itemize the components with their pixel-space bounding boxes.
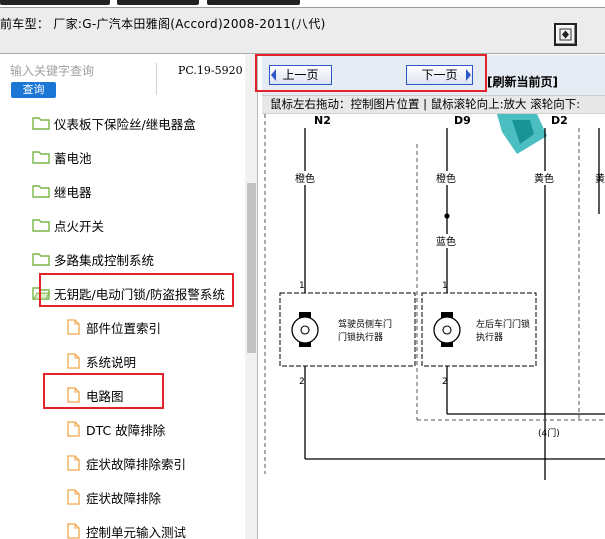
- tab[interactable]: [0, 0, 110, 5]
- tree-item[interactable]: DTC 故障排除: [64, 417, 165, 441]
- connector-label: D2: [551, 114, 568, 127]
- tree-item[interactable]: 控制单元输入测试: [64, 519, 186, 539]
- tab-strip: [0, 0, 605, 7]
- pin-label: 2: [299, 377, 305, 387]
- folder-icon: [32, 185, 50, 198]
- highlight-box-expanded-item: [39, 273, 234, 307]
- vehicle-model-text: 前车型： 厂家:G-广汽本田雅阁(Accord)2008-2011(八代): [0, 17, 326, 31]
- diagram-viewer: 上一页 下一页 [刷新当前页] 鼠标左右拖动：控制图片位置 | 鼠标滚轮向上:放…: [262, 55, 605, 539]
- tree-item[interactable]: 症状故障排除索引: [64, 451, 186, 475]
- variant-note: (4门): [538, 427, 560, 439]
- tree-item-label: 系统说明: [86, 354, 137, 370]
- actuator-label: 驾驶员侧车门: [338, 318, 392, 330]
- vertical-scrollbar[interactable]: [245, 55, 257, 539]
- tree-item-label: 蓄电池: [54, 150, 92, 166]
- folder-icon: [32, 151, 50, 164]
- refresh-page-link[interactable]: [刷新当前页]: [487, 73, 558, 90]
- tree-item-label: 仪表板下保险丝/继电器盒: [54, 116, 196, 132]
- actuator-rear-left-door: 1 2 左后车门门锁 执行器: [421, 281, 537, 387]
- tree-item-label: 控制单元输入测试: [86, 524, 187, 539]
- document-icon: [67, 523, 80, 539]
- tree-item-label: 多路集成控制系统: [54, 252, 155, 268]
- tree-item[interactable]: 多路集成控制系统: [32, 247, 154, 271]
- sync-button[interactable]: [554, 23, 577, 46]
- highlight-box-page-nav: [255, 54, 487, 92]
- document-icon: [67, 489, 80, 505]
- wire-color-label: 黄: [595, 172, 605, 185]
- folder-icon: [32, 219, 50, 232]
- actuator-label: 执行器: [476, 331, 503, 343]
- tree-item-label: 部件位置索引: [86, 320, 162, 336]
- wire-color-label: 橙色: [436, 172, 456, 185]
- actuator-label: 门锁执行器: [338, 331, 383, 343]
- tab[interactable]: [207, 0, 300, 5]
- connector-label: D9: [454, 114, 471, 127]
- pin-label: 1: [299, 281, 305, 291]
- search-area: 查询 PC.19-5920: [0, 55, 245, 100]
- document-icon: [67, 353, 80, 369]
- wire-color-label: 橙色: [295, 172, 315, 185]
- tree-item[interactable]: 症状故障排除: [64, 485, 161, 509]
- divider: [156, 63, 157, 95]
- document-icon: [67, 319, 80, 335]
- tree-item[interactable]: 蓄电池: [32, 145, 92, 169]
- actuator-label: 左后车门门锁: [476, 318, 530, 330]
- wire-color-label: 黄色: [534, 172, 554, 185]
- tree-item[interactable]: 点火开关: [32, 213, 104, 237]
- sync-icon: [559, 28, 572, 41]
- left-panel: 查询 PC.19-5920 仪表板下保险丝/继电器盒 蓄电池 继电器 点火开关 …: [0, 55, 258, 539]
- pin-label: 1: [442, 281, 448, 291]
- wire-color-label: 蓝色: [436, 235, 456, 248]
- tree-item[interactable]: 部件位置索引: [64, 315, 161, 339]
- circuit-diagram[interactable]: N2 D9 D2 橙色 橙色 蓝色 黄色 黄 1 2 驾驶员侧车门 门锁执行器: [262, 114, 605, 539]
- mouse-hint-bar: 鼠标左右拖动：控制图片位置 | 鼠标滚轮向上:放大 滚轮向下:: [262, 95, 605, 114]
- folder-icon: [32, 253, 50, 266]
- tree-item-label: 症状故障排除索引: [86, 456, 187, 472]
- vehicle-header: 前车型： 厂家:G-广汽本田雅阁(Accord)2008-2011(八代): [0, 7, 605, 54]
- folder-icon: [32, 117, 50, 130]
- pc-code: PC.19-5920: [178, 64, 243, 77]
- tree-item-label: DTC 故障排除: [86, 422, 166, 438]
- tree-item[interactable]: 继电器: [32, 179, 92, 203]
- tab[interactable]: [117, 0, 199, 5]
- tree-item-label: 症状故障排除: [86, 490, 162, 506]
- search-input[interactable]: [4, 62, 166, 80]
- tree-item[interactable]: 系统说明: [64, 349, 136, 373]
- tree-item-label: 点火开关: [54, 218, 105, 234]
- watermark: [497, 114, 547, 154]
- scrollbar-thumb[interactable]: [247, 183, 256, 353]
- connector-label: N2: [314, 114, 331, 127]
- document-icon: [67, 421, 80, 437]
- query-button[interactable]: 查询: [11, 82, 56, 98]
- highlight-box-selected-item: [43, 373, 164, 409]
- actuator-driver-door: 1 2 驾驶员侧车门 门锁执行器: [279, 281, 416, 387]
- tree-item[interactable]: 仪表板下保险丝/继电器盒: [32, 111, 196, 135]
- tree-item-label: 继电器: [54, 184, 92, 200]
- wire-junction: [444, 213, 450, 219]
- document-icon: [67, 455, 80, 471]
